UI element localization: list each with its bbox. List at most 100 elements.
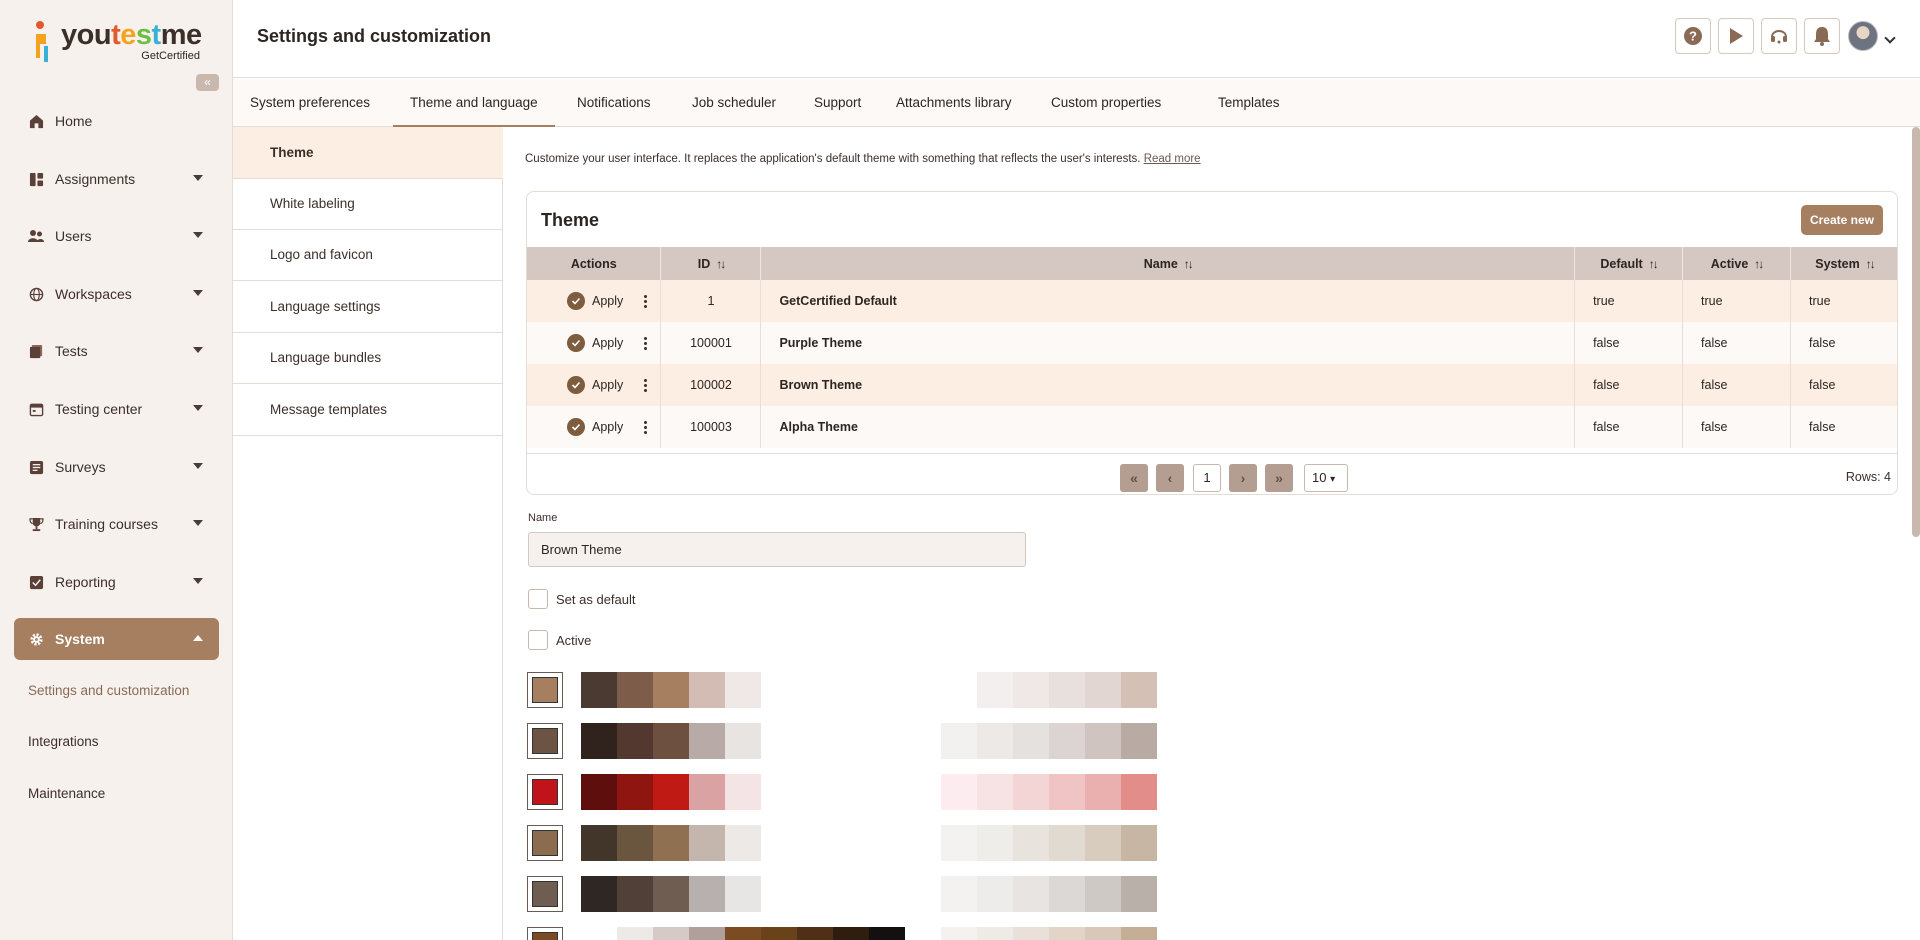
subnav-item-logo-and-favicon[interactable]: Logo and favicon [233, 229, 503, 281]
palette-tint [1013, 723, 1049, 759]
palette-shade [689, 927, 725, 940]
more-options-icon[interactable] [644, 294, 648, 308]
next-page-button[interactable]: › [1229, 464, 1257, 492]
notifications-button[interactable] [1804, 18, 1840, 54]
id-cell: 100002 [660, 364, 762, 406]
palette-main-color-picker[interactable] [527, 927, 563, 940]
subnav-item-theme[interactable]: Theme [233, 127, 503, 179]
apply-button[interactable]: Apply [592, 420, 623, 434]
support-button[interactable] [1761, 18, 1797, 54]
sidebar-item-training-courses[interactable]: Training courses [14, 503, 219, 545]
column-label: Actions [570, 256, 617, 271]
sidebar-item-testing-center[interactable]: Testing center [14, 388, 219, 430]
tab-attachments-library[interactable]: Attachments library [879, 79, 1029, 127]
tab-job-scheduler[interactable]: Job scheduler [675, 79, 793, 127]
more-options-icon[interactable] [644, 420, 648, 434]
subnav-item-language-settings[interactable]: Language settings [233, 281, 503, 333]
column-header-active[interactable]: Active ↑↓ [1682, 247, 1791, 280]
column-header-system[interactable]: System ↑↓ [1790, 247, 1897, 280]
theme-name-input[interactable]: Brown Theme [528, 532, 1026, 567]
sidebar-subitem-settings[interactable]: Settings and customization [28, 683, 189, 698]
play-tutorial-button[interactable] [1718, 18, 1754, 54]
apply-button[interactable]: Apply [592, 294, 623, 308]
system-cell: false [1790, 406, 1897, 448]
tab-support[interactable]: Support [797, 79, 878, 127]
palette-tint [1121, 774, 1157, 810]
sort-icon[interactable]: ↑↓ [1754, 257, 1764, 271]
chevron-down-icon[interactable] [1884, 32, 1896, 44]
bell-icon [1814, 27, 1830, 46]
palette-main-color-picker[interactable] [527, 876, 563, 912]
table-row[interactable]: Apply 100002 Brown Theme false false fal… [527, 364, 1897, 406]
sidebar-item-tests[interactable]: Tests [14, 330, 219, 372]
help-button[interactable]: ? [1675, 18, 1711, 54]
palette-row [527, 927, 1227, 940]
more-options-icon[interactable] [644, 378, 648, 392]
check-circle-icon[interactable] [567, 376, 585, 394]
chevron-down-icon [193, 175, 203, 181]
sidebar-subitem-integrations[interactable]: Integrations [28, 734, 99, 749]
table-row[interactable]: Apply 100001 Purple Theme false false fa… [527, 322, 1897, 364]
palette-tint [977, 672, 1013, 708]
palette-shade [653, 672, 689, 708]
palette-main-color-picker[interactable] [527, 774, 563, 810]
column-header-id[interactable]: ID ↑↓ [660, 247, 762, 280]
apply-button[interactable]: Apply [592, 336, 623, 350]
sidebar-item-reporting[interactable]: Reporting [14, 561, 219, 603]
scrollbar[interactable] [1912, 127, 1920, 537]
sidebar-item-label: Users [55, 228, 92, 244]
pagination: « ‹ 1 › » 10 ▾ Rows: 4 [527, 453, 1897, 494]
active-cell: false [1682, 406, 1791, 448]
tab-templates[interactable]: Templates [1201, 79, 1297, 127]
palette-tint [1049, 723, 1085, 759]
current-page[interactable]: 1 [1193, 464, 1221, 492]
sort-icon[interactable]: ↑↓ [1649, 257, 1659, 271]
palette-main-color-picker[interactable] [527, 825, 563, 861]
table-row[interactable]: Apply 100003 Alpha Theme false false fal… [527, 406, 1897, 448]
check-circle-icon[interactable] [567, 334, 585, 352]
previous-page-button[interactable]: ‹ [1156, 464, 1184, 492]
palette-main-color-picker[interactable] [527, 723, 563, 759]
sort-icon[interactable]: ↑↓ [1184, 257, 1194, 271]
sidebar-item-workspaces[interactable]: Workspaces [14, 273, 219, 315]
sidebar: youtestme GetCertified « Home Assignment… [0, 0, 233, 940]
tab-system-preferences[interactable]: System preferences [233, 79, 387, 127]
tab-custom-properties[interactable]: Custom properties [1034, 79, 1178, 127]
last-page-button[interactable]: » [1265, 464, 1293, 492]
apply-button[interactable]: Apply [592, 378, 623, 392]
sort-icon[interactable]: ↑↓ [1866, 257, 1876, 271]
subnav-item-message-templates[interactable]: Message templates [233, 384, 503, 436]
sidebar-item-assignments[interactable]: Assignments [14, 158, 219, 200]
avatar[interactable] [1848, 21, 1878, 51]
subnav-item-language-bundles[interactable]: Language bundles [233, 332, 503, 384]
check-circle-icon[interactable] [567, 418, 585, 436]
column-label: Default [1600, 256, 1643, 271]
column-header-name[interactable]: Name ↑↓ [760, 247, 1576, 280]
subnav-item-white-labeling[interactable]: White labeling [233, 178, 503, 230]
tab-notifications[interactable]: Notifications [560, 79, 668, 127]
set-as-default-checkbox[interactable] [528, 589, 548, 609]
logo[interactable]: youtestme GetCertified [28, 16, 208, 64]
more-options-icon[interactable] [644, 336, 648, 350]
chevron-down-icon: ▾ [1330, 474, 1336, 485]
sort-icon[interactable]: ↑↓ [716, 257, 726, 271]
palette-tint [977, 825, 1013, 861]
create-new-button[interactable]: Create new [1800, 205, 1883, 235]
check-circle-icon[interactable] [567, 292, 585, 310]
sidebar-subitem-maintenance[interactable]: Maintenance [28, 786, 105, 801]
column-header-default[interactable]: Default ↑↓ [1574, 247, 1684, 280]
first-page-button[interactable]: « [1120, 464, 1148, 492]
palette-tint [941, 825, 977, 861]
tab-theme-and-language[interactable]: Theme and language [393, 79, 555, 127]
sidebar-item-home[interactable]: Home [14, 100, 219, 142]
palette-main-color-picker[interactable] [527, 672, 563, 708]
active-checkbox[interactable] [528, 630, 548, 650]
read-more-link[interactable]: Read more [1144, 153, 1201, 165]
chevron-down-icon [193, 347, 203, 353]
page-size-select[interactable]: 10 ▾ [1304, 464, 1348, 492]
collapse-sidebar-button[interactable]: « [196, 74, 219, 91]
sidebar-item-system[interactable]: System [14, 618, 219, 660]
table-row[interactable]: Apply 1 GetCertified Default true true t… [527, 280, 1897, 322]
sidebar-item-surveys[interactable]: Surveys [14, 446, 219, 488]
sidebar-item-users[interactable]: Users [14, 215, 219, 257]
